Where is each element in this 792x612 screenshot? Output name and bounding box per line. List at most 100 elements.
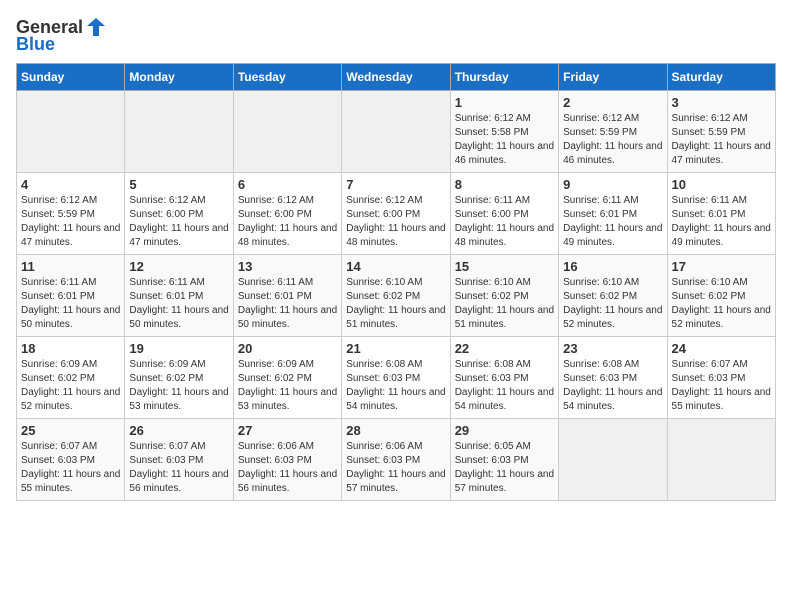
day-number: 25 bbox=[21, 423, 120, 438]
day-info: Sunrise: 6:12 AMSunset: 6:00 PMDaylight:… bbox=[129, 194, 228, 250]
day-number: 20 bbox=[238, 341, 337, 356]
day-number: 2 bbox=[563, 95, 662, 110]
day-info: Sunrise: 6:12 AMSunset: 5:59 PMDaylight:… bbox=[563, 112, 662, 168]
weekday-header-wednesday: Wednesday bbox=[342, 64, 450, 91]
day-info: Sunrise: 6:12 AMSunset: 6:00 PMDaylight:… bbox=[238, 194, 337, 250]
calendar-cell: 11Sunrise: 6:11 AMSunset: 6:01 PMDayligh… bbox=[17, 255, 125, 337]
day-info: Sunrise: 6:11 AMSunset: 6:01 PMDaylight:… bbox=[129, 276, 228, 332]
day-number: 7 bbox=[346, 177, 445, 192]
calendar-cell: 4 Sunrise: 6:12 AMSunset: 5:59 PMDaylight… bbox=[17, 173, 125, 255]
weekday-header-thursday: Thursday bbox=[450, 64, 558, 91]
calendar-cell: 5 Sunrise: 6:12 AMSunset: 6:00 PMDaylight… bbox=[125, 173, 233, 255]
day-number: 27 bbox=[238, 423, 337, 438]
day-info: Sunrise: 6:08 AMSunset: 6:03 PMDaylight:… bbox=[563, 358, 662, 414]
calendar-cell: 15 Sunrise: 6:10 AMSunset: 6:02 PMDayligh… bbox=[450, 255, 558, 337]
day-info: Sunrise: 6:12 AMSunset: 5:59 PMDaylight:… bbox=[672, 112, 771, 168]
day-number: 6 bbox=[238, 177, 337, 192]
calendar-cell: 28 Sunrise: 6:06 AMSunset: 6:03 PMDayligh… bbox=[342, 419, 450, 501]
day-number: 18 bbox=[21, 341, 120, 356]
day-info: Sunrise: 6:10 AMSunset: 6:02 PMDaylight:… bbox=[672, 276, 771, 332]
day-info: Sunrise: 6:07 AMSunset: 6:03 PMDaylight:… bbox=[672, 358, 771, 414]
day-number: 15 bbox=[455, 259, 554, 274]
day-info: Sunrise: 6:11 AMSunset: 6:01 PMDaylight:… bbox=[21, 276, 120, 332]
weekday-header-saturday: Saturday bbox=[667, 64, 775, 91]
calendar-cell: 27 Sunrise: 6:06 AMSunset: 6:03 PMDayligh… bbox=[233, 419, 341, 501]
calendar-cell: 26 Sunrise: 6:07 AMSunset: 6:03 PMDayligh… bbox=[125, 419, 233, 501]
calendar-cell bbox=[559, 419, 667, 501]
calendar-cell bbox=[342, 91, 450, 173]
day-info: Sunrise: 6:10 AMSunset: 6:02 PMDaylight:… bbox=[346, 276, 445, 332]
calendar-cell: 9Sunrise: 6:11 AMSunset: 6:01 PMDaylight… bbox=[559, 173, 667, 255]
weekday-header-sunday: Sunday bbox=[17, 64, 125, 91]
day-info: Sunrise: 6:11 AMSunset: 6:01 PMDaylight:… bbox=[672, 194, 771, 250]
day-number: 3 bbox=[672, 95, 771, 110]
day-info: Sunrise: 6:10 AMSunset: 6:02 PMDaylight:… bbox=[455, 276, 554, 332]
calendar-cell: 22 Sunrise: 6:08 AMSunset: 6:03 PMDayligh… bbox=[450, 337, 558, 419]
calendar-cell: 13 Sunrise: 6:11 AMSunset: 6:01 PMDayligh… bbox=[233, 255, 341, 337]
day-info: Sunrise: 6:06 AMSunset: 6:03 PMDaylight:… bbox=[238, 440, 337, 496]
weekday-header-monday: Monday bbox=[125, 64, 233, 91]
calendar-cell: 2 Sunrise: 6:12 AMSunset: 5:59 PMDaylight… bbox=[559, 91, 667, 173]
calendar-header-row: SundayMondayTuesdayWednesdayThursdayFrid… bbox=[17, 64, 776, 91]
day-info: Sunrise: 6:07 AMSunset: 6:03 PMDaylight:… bbox=[129, 440, 228, 496]
day-info: Sunrise: 6:05 AMSunset: 6:03 PMDaylight:… bbox=[455, 440, 554, 496]
day-info: Sunrise: 6:09 AMSunset: 6:02 PMDaylight:… bbox=[238, 358, 337, 414]
day-number: 12 bbox=[129, 259, 228, 274]
calendar-week-row: 1Sunrise: 6:12 AMSunset: 5:58 PMDaylight… bbox=[17, 91, 776, 173]
logo: General Blue bbox=[16, 16, 107, 55]
day-number: 13 bbox=[238, 259, 337, 274]
day-number: 21 bbox=[346, 341, 445, 356]
day-number: 5 bbox=[129, 177, 228, 192]
day-info: Sunrise: 6:11 AMSunset: 6:01 PMDaylight:… bbox=[238, 276, 337, 332]
logo-blue-text: Blue bbox=[16, 34, 55, 55]
day-info: Sunrise: 6:10 AMSunset: 6:02 PMDaylight:… bbox=[563, 276, 662, 332]
day-number: 28 bbox=[346, 423, 445, 438]
day-number: 24 bbox=[672, 341, 771, 356]
calendar-cell bbox=[17, 91, 125, 173]
day-number: 16 bbox=[563, 259, 662, 274]
day-info: Sunrise: 6:11 AMSunset: 6:01 PMDaylight:… bbox=[563, 194, 662, 250]
weekday-header-friday: Friday bbox=[559, 64, 667, 91]
day-info: Sunrise: 6:06 AMSunset: 6:03 PMDaylight:… bbox=[346, 440, 445, 496]
day-info: Sunrise: 6:07 AMSunset: 6:03 PMDaylight:… bbox=[21, 440, 120, 496]
calendar-cell: 8 Sunrise: 6:11 AMSunset: 6:00 PMDaylight… bbox=[450, 173, 558, 255]
calendar-cell: 1Sunrise: 6:12 AMSunset: 5:58 PMDaylight… bbox=[450, 91, 558, 173]
day-info: Sunrise: 6:12 AMSunset: 5:59 PMDaylight:… bbox=[21, 194, 120, 250]
calendar-week-row: 11Sunrise: 6:11 AMSunset: 6:01 PMDayligh… bbox=[17, 255, 776, 337]
calendar-cell: 10 Sunrise: 6:11 AMSunset: 6:01 PMDayligh… bbox=[667, 173, 775, 255]
day-number: 8 bbox=[455, 177, 554, 192]
day-number: 10 bbox=[672, 177, 771, 192]
calendar-cell: 24 Sunrise: 6:07 AMSunset: 6:03 PMDayligh… bbox=[667, 337, 775, 419]
calendar-cell: 19Sunrise: 6:09 AMSunset: 6:02 PMDayligh… bbox=[125, 337, 233, 419]
day-number: 23 bbox=[563, 341, 662, 356]
day-number: 4 bbox=[21, 177, 120, 192]
day-number: 22 bbox=[455, 341, 554, 356]
day-info: Sunrise: 6:11 AMSunset: 6:00 PMDaylight:… bbox=[455, 194, 554, 250]
calendar-cell: 23 Sunrise: 6:08 AMSunset: 6:03 PMDayligh… bbox=[559, 337, 667, 419]
day-info: Sunrise: 6:12 AMSunset: 5:58 PMDaylight:… bbox=[455, 112, 554, 168]
calendar-cell bbox=[667, 419, 775, 501]
day-number: 26 bbox=[129, 423, 228, 438]
day-info: Sunrise: 6:09 AMSunset: 6:02 PMDaylight:… bbox=[21, 358, 120, 414]
calendar-week-row: 25 Sunrise: 6:07 AMSunset: 6:03 PMDayligh… bbox=[17, 419, 776, 501]
calendar-cell: 25 Sunrise: 6:07 AMSunset: 6:03 PMDayligh… bbox=[17, 419, 125, 501]
page-header: General Blue bbox=[16, 16, 776, 55]
calendar-cell: 21Sunrise: 6:08 AMSunset: 6:03 PMDayligh… bbox=[342, 337, 450, 419]
day-info: Sunrise: 6:12 AMSunset: 6:00 PMDaylight:… bbox=[346, 194, 445, 250]
calendar-week-row: 18 Sunrise: 6:09 AMSunset: 6:02 PMDayligh… bbox=[17, 337, 776, 419]
day-info: Sunrise: 6:09 AMSunset: 6:02 PMDaylight:… bbox=[129, 358, 228, 414]
day-info: Sunrise: 6:08 AMSunset: 6:03 PMDaylight:… bbox=[455, 358, 554, 414]
calendar-cell: 18 Sunrise: 6:09 AMSunset: 6:02 PMDayligh… bbox=[17, 337, 125, 419]
calendar-cell: 20 Sunrise: 6:09 AMSunset: 6:02 PMDayligh… bbox=[233, 337, 341, 419]
calendar-cell: 14 Sunrise: 6:10 AMSunset: 6:02 PMDayligh… bbox=[342, 255, 450, 337]
calendar-cell bbox=[125, 91, 233, 173]
calendar-cell: 16 Sunrise: 6:10 AMSunset: 6:02 PMDayligh… bbox=[559, 255, 667, 337]
calendar-cell: 12 Sunrise: 6:11 AMSunset: 6:01 PMDayligh… bbox=[125, 255, 233, 337]
calendar-cell: 6 Sunrise: 6:12 AMSunset: 6:00 PMDaylight… bbox=[233, 173, 341, 255]
calendar-cell: 3 Sunrise: 6:12 AMSunset: 5:59 PMDaylight… bbox=[667, 91, 775, 173]
weekday-header-tuesday: Tuesday bbox=[233, 64, 341, 91]
calendar-table: SundayMondayTuesdayWednesdayThursdayFrid… bbox=[16, 63, 776, 501]
calendar-cell: 17Sunrise: 6:10 AMSunset: 6:02 PMDayligh… bbox=[667, 255, 775, 337]
calendar-week-row: 4 Sunrise: 6:12 AMSunset: 5:59 PMDaylight… bbox=[17, 173, 776, 255]
day-number: 14 bbox=[346, 259, 445, 274]
